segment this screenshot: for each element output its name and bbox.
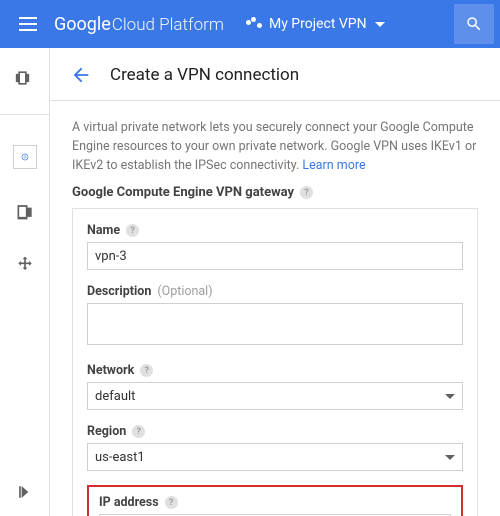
project-name: My Project VPN bbox=[269, 16, 367, 32]
chevron-down-icon bbox=[375, 22, 385, 27]
gateway-section-label: Google Compute Engine VPN gateway ? bbox=[72, 185, 478, 200]
field-description: Description (Optional) bbox=[87, 284, 463, 349]
help-icon[interactable]: ? bbox=[140, 364, 153, 377]
search-button[interactable] bbox=[454, 4, 494, 44]
rail-pin-icon[interactable] bbox=[13, 66, 37, 90]
field-name: Name? bbox=[87, 223, 463, 270]
page-title: Create a VPN connection bbox=[110, 65, 299, 85]
project-selector[interactable]: My Project VPN bbox=[246, 16, 385, 32]
page-header: Create a VPN connection bbox=[50, 48, 500, 101]
back-button[interactable] bbox=[70, 64, 92, 86]
field-region: Region? us-east1 bbox=[87, 424, 463, 471]
gateway-panel: Name? Description (Optional) Network? de… bbox=[72, 208, 478, 516]
logo-text-google: Google bbox=[54, 14, 111, 35]
search-icon bbox=[465, 15, 483, 33]
help-icon[interactable]: ? bbox=[132, 425, 145, 438]
rail-expand-icon[interactable] bbox=[13, 480, 37, 504]
help-icon[interactable]: ? bbox=[165, 496, 178, 509]
learn-more-link[interactable]: Learn more bbox=[302, 158, 365, 173]
left-rail bbox=[0, 48, 50, 516]
arrow-left-icon bbox=[70, 64, 92, 86]
project-icon bbox=[246, 20, 262, 28]
field-network: Network? default bbox=[87, 363, 463, 410]
logo-text-rest: Cloud Platform bbox=[112, 15, 224, 35]
ip-address-highlight: IP address? bbox=[87, 485, 463, 516]
rail-network-icon[interactable] bbox=[13, 145, 37, 169]
rail-services-icon[interactable] bbox=[13, 199, 37, 223]
top-bar: Google Cloud Platform My Project VPN bbox=[0, 0, 500, 48]
description-input[interactable] bbox=[87, 303, 463, 345]
help-icon[interactable]: ? bbox=[300, 186, 313, 199]
gcp-logo[interactable]: Google Cloud Platform bbox=[54, 14, 224, 35]
name-input[interactable] bbox=[87, 242, 463, 270]
menu-icon[interactable] bbox=[8, 4, 48, 44]
page-description: A virtual private network lets you secur… bbox=[72, 119, 478, 175]
chevron-down-icon bbox=[445, 394, 455, 399]
rail-divider bbox=[0, 114, 49, 115]
help-icon[interactable]: ? bbox=[126, 224, 139, 237]
chevron-down-icon bbox=[445, 455, 455, 460]
main-content: Create a VPN connection A virtual privat… bbox=[50, 48, 500, 516]
region-select[interactable]: us-east1 bbox=[87, 443, 463, 471]
network-select[interactable]: default bbox=[87, 382, 463, 410]
rail-move-icon[interactable] bbox=[13, 253, 37, 277]
